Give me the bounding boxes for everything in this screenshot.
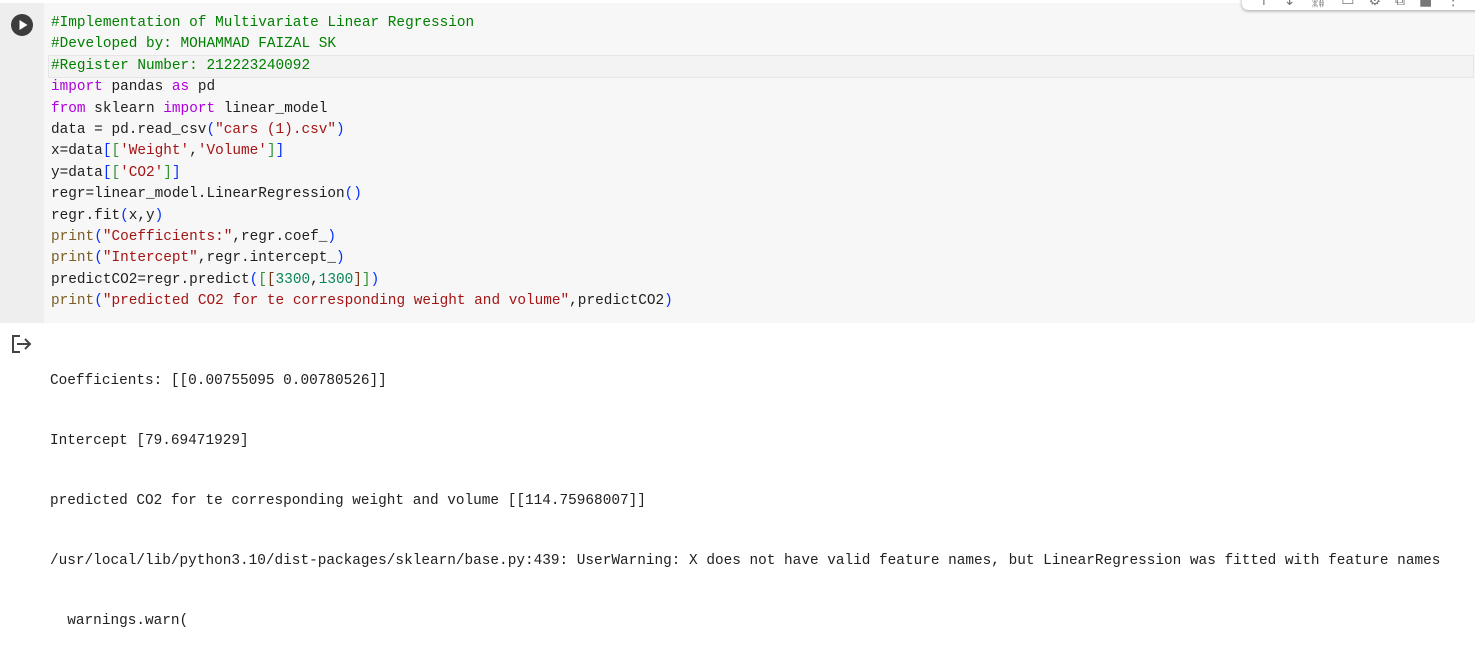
mirror-cell-icon[interactable]: ⧉ — [1395, 0, 1405, 8]
code-token: predictCO2=regr.predict — [51, 271, 250, 288]
code-line[interactable]: regr.fit(x,y) — [51, 206, 1473, 227]
code-token: ] — [163, 164, 172, 181]
code-token: 'Volume' — [197, 143, 267, 160]
gear-icon[interactable]: ⚙ — [1368, 0, 1381, 8]
code-token: ,regr.coef_ — [232, 228, 328, 245]
code-token: import — [163, 100, 216, 117]
output-text: Coefficients: [[0.00755095 0.00780526]] … — [50, 331, 1440, 671]
code-token: #Register Number: 212223240092 — [51, 57, 311, 74]
code-token: ,regr.intercept_ — [197, 250, 337, 267]
code-token: ( — [94, 250, 103, 267]
link-icon[interactable]: ⛓ — [1309, 0, 1327, 8]
code-token: ) — [336, 250, 345, 267]
code-token: ( — [249, 271, 259, 288]
cell-toolbar: ↑ ↓ ⛓ ▭ ⚙ ⧉ ■ ⋮ — [1242, 0, 1475, 10]
code-token: ] — [266, 143, 276, 160]
output-line: predicted CO2 for te corresponding weigh… — [50, 493, 646, 509]
output-line: Intercept [79.69471929] — [50, 433, 249, 449]
output-line: Coefficients: [[0.00755095 0.00780526]] — [50, 373, 387, 389]
code-token: "cars (1).csv" — [215, 121, 336, 138]
output-line: /usr/local/lib/python3.10/dist-packages/… — [50, 553, 1441, 569]
code-token: "predicted CO2 for te corresponding weig… — [102, 293, 570, 310]
code-token: [ — [266, 271, 276, 288]
code-editor[interactable]: #Implementation of Multivariate Linear R… — [44, 3, 1475, 323]
code-line[interactable]: print("Coefficients:",regr.coef_) — [51, 227, 1473, 248]
code-token: print — [51, 250, 95, 267]
code-line[interactable]: print("Intercept",regr.intercept_) — [51, 248, 1473, 269]
code-token: as — [171, 79, 190, 96]
code-token: [ — [111, 143, 121, 160]
arrow-up-icon[interactable]: ↑ — [1258, 0, 1270, 8]
code-token: [ — [111, 164, 121, 181]
code-token: ( — [94, 293, 103, 310]
code-token: ) — [370, 271, 380, 288]
code-text[interactable]: #Implementation of Multivariate Linear R… — [48, 13, 1474, 312]
code-line[interactable]: import pandas as pd — [51, 77, 1473, 98]
code-line[interactable]: x=data[['Weight','Volume']] — [51, 141, 1473, 162]
run-cell-button[interactable] — [11, 14, 33, 36]
code-token: () — [344, 186, 362, 203]
code-line[interactable]: from sklearn import linear_model — [51, 99, 1473, 120]
code-token: ) — [154, 207, 164, 224]
code-cell: #Implementation of Multivariate Linear R… — [0, 3, 1475, 323]
code-line[interactable]: #Implementation of Multivariate Linear R… — [51, 13, 1473, 34]
code-token: x,y — [128, 207, 155, 224]
more-vert-icon[interactable]: ⋮ — [1446, 0, 1460, 8]
output-line: warnings.warn( — [50, 613, 189, 629]
code-token: 'Weight' — [120, 143, 190, 160]
code-token: data = pd.read_csv — [51, 121, 207, 138]
code-token: ] — [361, 271, 371, 288]
code-token: #Implementation of Multivariate Linear R… — [51, 15, 475, 31]
play-icon — [19, 20, 28, 30]
code-token: 'CO2' — [120, 164, 164, 181]
code-token: y=data — [51, 164, 103, 181]
code-line[interactable]: #Developed by: MOHAMMAD FAIZAL SK — [51, 34, 1473, 55]
delete-icon[interactable]: ■ — [1419, 0, 1432, 8]
code-token: linear_model — [215, 100, 328, 117]
code-token: ) — [327, 228, 337, 245]
code-token: print — [51, 228, 95, 245]
code-token: 3300 — [275, 271, 311, 288]
code-token: ( — [94, 228, 103, 245]
code-token: pandas — [102, 79, 172, 96]
code-token: ( — [206, 121, 216, 138]
code-token: ] — [275, 143, 285, 160]
code-token: 1300 — [318, 271, 354, 288]
code-token: sklearn — [85, 100, 164, 117]
code-token: regr.fit — [51, 207, 121, 224]
code-token: "Intercept" — [102, 250, 198, 267]
code-line[interactable]: print("predicted CO2 for te correspondin… — [51, 291, 1473, 312]
arrow-down-icon[interactable]: ↓ — [1284, 0, 1296, 8]
code-token: , — [189, 143, 198, 160]
code-token: x=data — [51, 143, 103, 160]
output-arrow-icon[interactable] — [11, 334, 33, 354]
cell-output: Coefficients: [[0.00755095 0.00780526]] … — [0, 325, 1475, 629]
code-token: , — [310, 271, 319, 288]
code-token: "Coefficients:" — [102, 228, 233, 245]
code-line[interactable]: predictCO2=regr.predict([[3300,1300]]) — [51, 270, 1473, 291]
code-token: #Developed by: MOHAMMAD FAIZAL SK — [51, 36, 336, 53]
code-token: import — [51, 79, 103, 96]
code-token: ] — [353, 271, 362, 288]
code-token: ( — [120, 207, 129, 224]
code-line[interactable]: data = pd.read_csv("cars (1).csv") — [51, 120, 1473, 141]
code-line[interactable]: #Register Number: 212223240092 — [48, 54, 1474, 79]
code-token: ) — [664, 293, 673, 310]
comment-icon[interactable]: ▭ — [1341, 0, 1354, 8]
code-token: print — [51, 293, 95, 310]
code-token: ,predictCO2 — [569, 293, 665, 310]
code-token: from — [51, 100, 86, 117]
code-token: pd — [189, 79, 216, 96]
code-token: regr=linear_model.LinearRegression — [51, 186, 345, 203]
code-line[interactable]: regr=linear_model.LinearRegression() — [51, 184, 1473, 205]
code-token: ) — [336, 121, 345, 138]
code-token: ] — [171, 164, 181, 181]
code-token: [ — [258, 271, 267, 288]
code-line[interactable]: y=data[['CO2']] — [51, 163, 1473, 184]
